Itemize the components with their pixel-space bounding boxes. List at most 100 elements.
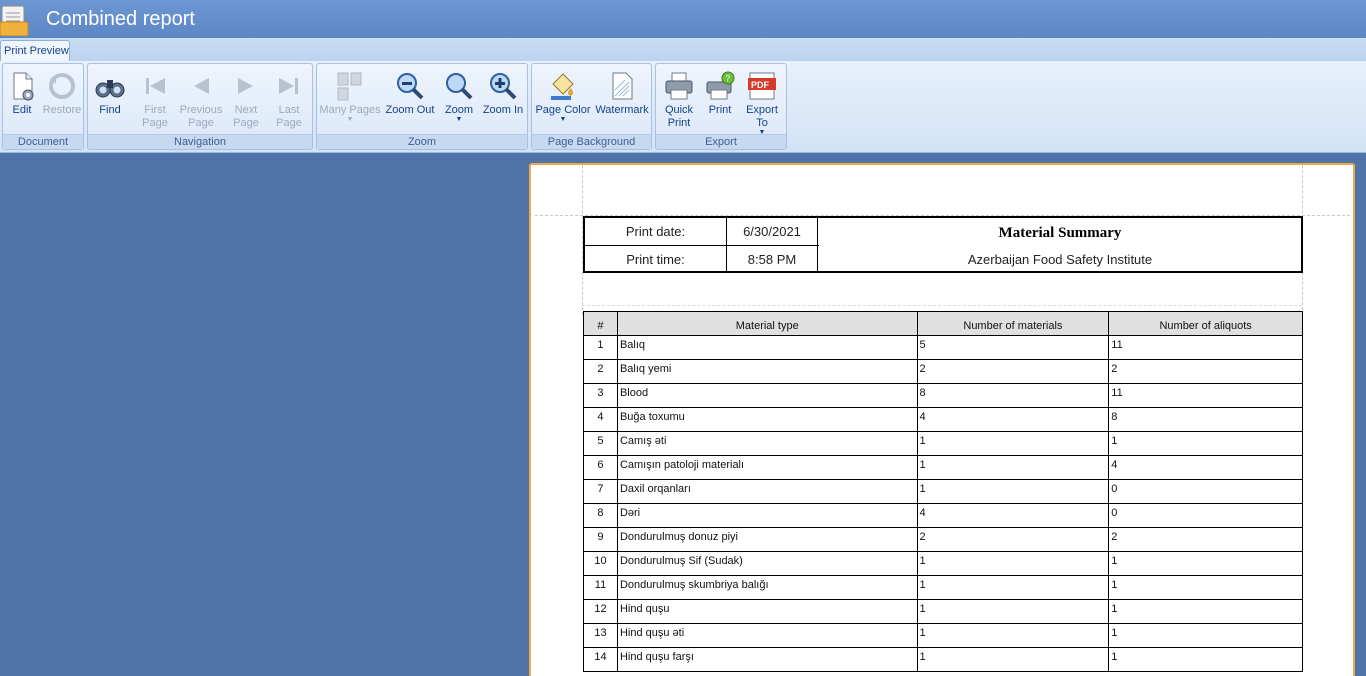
group-label-export: Export — [656, 134, 786, 149]
table-row: 9 Dondurulmuş donuz piyi 2 2 — [583, 527, 1303, 552]
chevron-down-icon: ▼ — [559, 116, 567, 123]
first-page-button[interactable]: First Page — [134, 66, 176, 134]
zoom-out-icon — [397, 73, 424, 100]
material-count-cell: 5 — [916, 335, 1110, 360]
table-header-row: # Material type Number of materials Numb… — [583, 311, 1303, 336]
print-time-label: Print time: — [626, 252, 685, 267]
row-number: 13 — [583, 623, 618, 648]
restore-button-label: Restore — [42, 104, 82, 116]
material-type-cell: Dondurulmuş donuz piyi — [616, 527, 918, 552]
many-pages-icon — [337, 72, 362, 101]
table-row: 5 Camış əti 1 1 — [583, 431, 1303, 456]
edit-document-icon — [13, 72, 34, 101]
export-to-button[interactable]: PDF Export To ▼ — [740, 66, 784, 136]
aliquot-count-cell: 2 — [1108, 527, 1303, 552]
tab-print-preview[interactable]: Print Preview — [0, 40, 70, 62]
watermark-button[interactable]: Watermark — [594, 66, 650, 134]
material-type-cell: Daxil orqanları — [616, 479, 918, 504]
row-number: 5 — [583, 431, 618, 456]
aliquot-count-cell: 1 — [1108, 431, 1303, 456]
report-page[interactable]: Print date: 6/30/2021 Print time: 8:58 P… — [529, 163, 1355, 676]
last-page-button-label: Last Page — [276, 104, 302, 129]
printer-icon — [665, 72, 693, 100]
watermark-icon — [612, 72, 633, 100]
print-date-label: Print date: — [625, 224, 686, 239]
many-pages-button[interactable]: Many Pages ▼ — [319, 66, 381, 134]
column-header: Number of aliquots — [1108, 311, 1303, 336]
restore-button[interactable]: Restore — [41, 66, 83, 134]
group-export: Quick Print ? Print PDF Export To ▼ Expo… — [655, 63, 787, 150]
next-page-button[interactable]: Next Page — [226, 66, 266, 134]
material-count-cell: 4 — [916, 407, 1110, 432]
restore-icon — [49, 73, 75, 99]
row-number: 3 — [583, 383, 618, 408]
chevron-down-icon: ▼ — [346, 116, 354, 123]
zoom-button[interactable]: Zoom ▼ — [439, 66, 479, 134]
row-number: 14 — [583, 647, 618, 672]
page-color-button-label: Page Color — [535, 104, 591, 116]
zoom-icon — [446, 73, 473, 100]
aliquot-count-cell: 4 — [1108, 455, 1303, 480]
page-color-button[interactable]: Page Color ▼ — [534, 66, 592, 134]
print-dialog-icon: ? — [706, 71, 735, 100]
zoom-in-icon — [490, 73, 517, 100]
table-row: 2 Balıq yemi 2 2 — [583, 359, 1303, 384]
chevron-down-icon: ▼ — [455, 116, 463, 123]
material-type-cell: Balıq yemi — [616, 359, 918, 384]
find-button[interactable]: Find — [90, 66, 130, 134]
material-count-cell: 2 — [916, 527, 1110, 552]
svg-text:PDF: PDF — [751, 80, 770, 90]
material-count-cell: 1 — [916, 599, 1110, 624]
print-button[interactable]: ? Print — [702, 66, 738, 134]
aliquot-count-cell: 1 — [1108, 575, 1303, 600]
table-row: 13 Hind quşu əti 1 1 — [583, 623, 1303, 648]
column-header: # — [583, 311, 618, 336]
table-row: 8 Dəri 4 0 — [583, 503, 1303, 528]
row-number: 10 — [583, 551, 618, 576]
paint-bucket-icon — [551, 73, 574, 100]
report-header: Print date: 6/30/2021 Print time: 8:58 P… — [583, 216, 1303, 273]
material-type-cell: Camışın patoloji materialı — [616, 455, 918, 480]
aliquot-count-cell: 1 — [1108, 599, 1303, 624]
aliquot-count-cell: 1 — [1108, 551, 1303, 576]
next-page-icon — [238, 78, 253, 94]
material-type-cell: Buğa toxumu — [616, 407, 918, 432]
edit-button-label: Edit — [12, 104, 32, 116]
row-number: 1 — [583, 335, 618, 360]
group-page-background: Page Color ▼ Watermark Page Background — [531, 63, 652, 150]
material-type-cell: Dondurulmuş Sif (Sudak) — [616, 551, 918, 576]
material-count-cell: 2 — [916, 359, 1110, 384]
row-number: 4 — [583, 407, 618, 432]
zoom-in-button[interactable]: Zoom In — [481, 66, 525, 134]
material-type-cell: Hind quşu — [616, 599, 918, 624]
material-type-cell: Balıq — [616, 335, 918, 360]
svg-text:?: ? — [726, 74, 731, 83]
material-type-cell: Camış əti — [616, 431, 918, 456]
zoom-out-button[interactable]: Zoom Out — [383, 66, 437, 134]
group-label-document: Document — [3, 134, 83, 149]
next-page-button-label: Next Page — [233, 104, 259, 129]
document-map-pane — [0, 154, 528, 676]
material-type-cell: Hind quşu əti — [616, 623, 918, 648]
print-date-value: 6/30/2021 — [743, 224, 801, 239]
aliquot-count-cell: 1 — [1108, 623, 1303, 648]
previous-page-button[interactable]: Previous Page — [178, 66, 224, 134]
table-row: 10 Dondurulmuş Sif (Sudak) 1 1 — [583, 551, 1303, 576]
material-count-cell: 1 — [916, 455, 1110, 480]
ribbon-tab-strip: Print Preview — [0, 38, 1366, 62]
quick-print-button[interactable]: Quick Print — [658, 66, 700, 134]
last-page-button[interactable]: Last Page — [268, 66, 310, 134]
column-header: Number of materials — [916, 311, 1110, 336]
material-type-cell: Dondurulmuş skumbriya balığı — [616, 575, 918, 600]
edit-button[interactable]: Edit — [5, 66, 39, 134]
aliquot-count-cell: 11 — [1108, 383, 1303, 408]
print-time-value: 8:58 PM — [747, 252, 797, 267]
row-number: 6 — [583, 455, 618, 480]
row-number: 7 — [583, 479, 618, 504]
group-label-zoom: Zoom — [317, 134, 527, 149]
ribbon: Edit Restore Document Find First Page Pr… — [0, 61, 1366, 153]
aliquot-count-cell: 8 — [1108, 407, 1303, 432]
find-button-label: Find — [99, 104, 121, 116]
report-app-icon — [0, 5, 29, 36]
material-count-cell: 1 — [916, 647, 1110, 672]
